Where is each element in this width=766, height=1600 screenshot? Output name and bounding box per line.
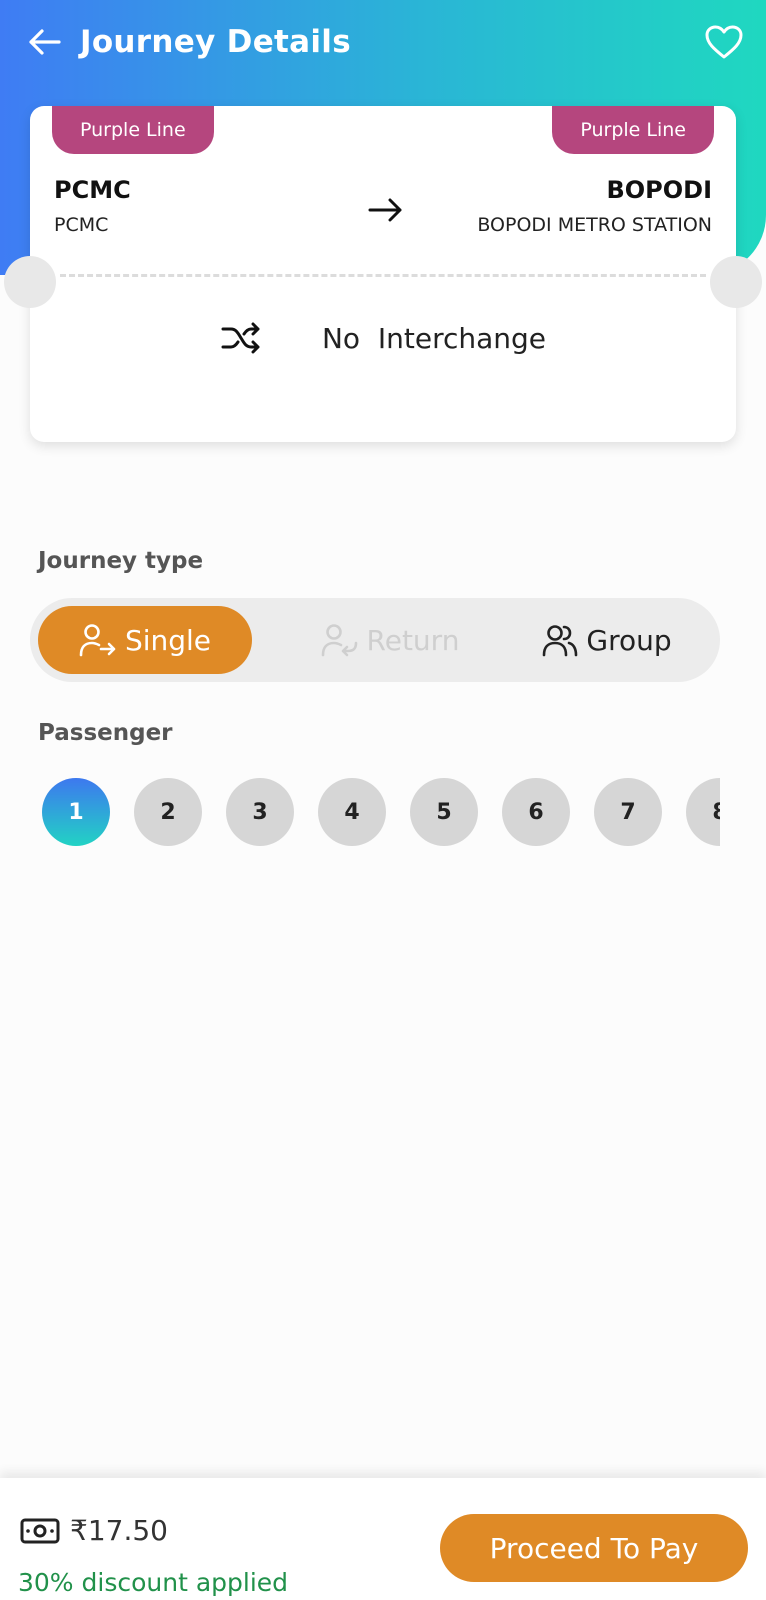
discount-text: 30% discount applied <box>18 1568 289 1597</box>
shuffle-icon <box>221 322 260 354</box>
passenger-option-3[interactable]: 3 <box>226 778 294 846</box>
favorite-button[interactable] <box>702 20 746 64</box>
journey-type-single-label: Single <box>124 623 212 657</box>
passenger-selector: 1 2 3 4 5 6 7 8 <box>40 778 720 848</box>
interchange-text: No Interchange <box>321 321 547 355</box>
journey-type-single[interactable]: Single <box>38 606 252 674</box>
from-station-code: PCMC <box>54 176 131 204</box>
journey-type-group-label: Group <box>586 623 672 657</box>
fare-row: ₹17.50 <box>20 1514 168 1547</box>
passenger-option-4[interactable]: 4 <box>318 778 386 846</box>
route-arrow-icon <box>368 198 402 222</box>
journey-type-group[interactable]: Group <box>532 606 682 674</box>
person-arrow-icon <box>79 624 116 657</box>
interchange-info: No Interchange <box>30 320 736 356</box>
back-arrow-icon <box>29 29 61 55</box>
journey-type-return[interactable]: Return <box>300 606 480 674</box>
bottom-bar: ₹17.50 30% discount applied Proceed To P… <box>0 1478 766 1600</box>
passenger-option-2[interactable]: 2 <box>134 778 202 846</box>
passenger-label: Passenger <box>38 720 173 746</box>
person-return-icon <box>321 624 357 657</box>
cash-icon <box>20 1518 60 1543</box>
proceed-to-pay-button[interactable]: Proceed To Pay <box>440 1514 748 1582</box>
ticket-divider <box>60 274 706 277</box>
back-button[interactable] <box>24 22 64 62</box>
heart-outline-icon <box>705 25 743 59</box>
page-title: Journey Details <box>80 24 351 60</box>
journey-card: Purple Line Purple Line PCMC PCMC BOPODI… <box>4 106 762 442</box>
passenger-option-8[interactable]: 8 <box>686 778 720 846</box>
journey-type-selector: Single Return Group <box>30 598 720 682</box>
to-line-badge: Purple Line <box>552 106 714 154</box>
top-bar: Journey Details <box>0 0 766 84</box>
ticket-notch-right <box>710 256 762 308</box>
to-station-name: BOPODI METRO STATION <box>477 214 712 236</box>
passenger-option-6[interactable]: 6 <box>502 778 570 846</box>
journey-type-return-label: Return <box>366 623 460 657</box>
to-station-code: BOPODI <box>606 176 712 204</box>
ticket-notch-left <box>4 256 56 308</box>
passenger-option-5[interactable]: 5 <box>410 778 478 846</box>
passenger-option-7[interactable]: 7 <box>594 778 662 846</box>
fare-amount: ₹17.50 <box>70 1514 168 1547</box>
journey-type-label: Journey type <box>38 548 204 574</box>
passenger-option-1[interactable]: 1 <box>42 778 110 846</box>
people-icon <box>543 625 578 657</box>
from-line-badge: Purple Line <box>52 106 214 154</box>
from-station-name: PCMC <box>54 214 109 236</box>
